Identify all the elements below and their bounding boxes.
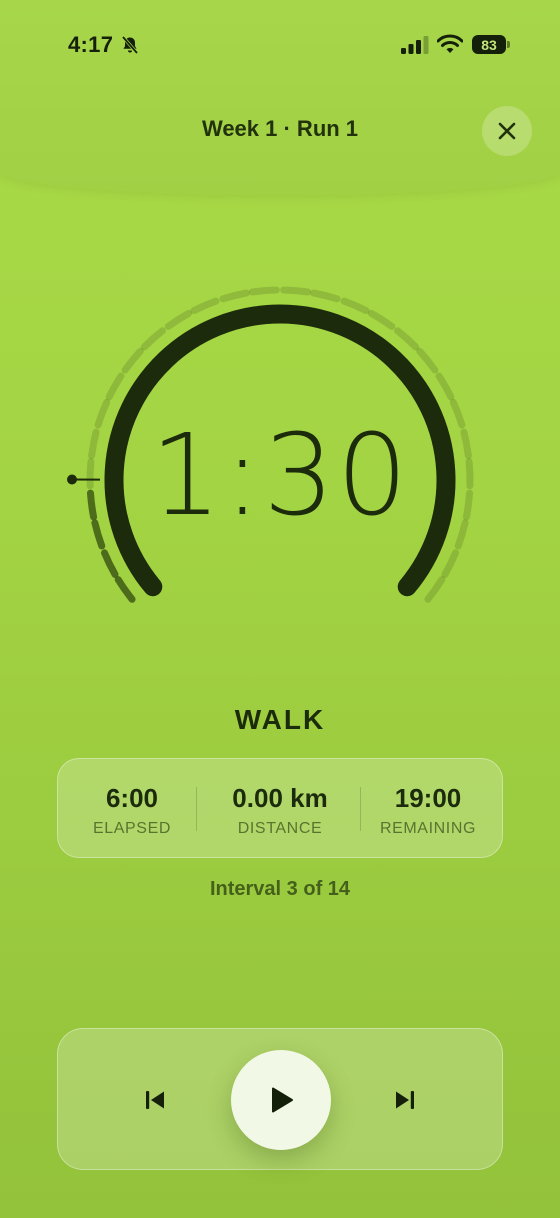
- countdown-timer: 1:30: [150, 411, 410, 541]
- interval-segment: [248, 286, 280, 296]
- signal-icon: [401, 36, 429, 54]
- playback-controls: [57, 1028, 503, 1170]
- battery-level: 83: [472, 35, 506, 54]
- interval-segment: [164, 309, 193, 330]
- interval-segment: [121, 347, 144, 374]
- interval-segment: [424, 576, 446, 603]
- stat-value: 6:00: [105, 783, 159, 813]
- close-button[interactable]: [482, 106, 532, 156]
- phase-label: WALK: [234, 704, 326, 735]
- interval-segment: [340, 297, 370, 315]
- status-time: 4:17: [68, 32, 114, 57]
- previous-interval-button[interactable]: [138, 1083, 172, 1117]
- stat-remaining: 19:00 REMAINING: [354, 759, 502, 857]
- interval-segment: [394, 327, 420, 351]
- page-title: Week 1 · Run 1: [201, 116, 359, 141]
- interval-segment: [416, 347, 439, 374]
- play-button[interactable]: [231, 1050, 331, 1150]
- interval-segment: [435, 372, 455, 401]
- stat-value: 19:00: [394, 783, 462, 813]
- interval-segment: [441, 549, 459, 578]
- stats-card: 6:00 ELAPSED 0.00 km DISTANCE 19:00 REMA…: [57, 758, 503, 858]
- skip-previous-icon: [146, 1091, 164, 1109]
- interval-segment: [367, 309, 396, 330]
- battery-icon: 83: [472, 35, 510, 54]
- interval-segment: [105, 372, 125, 401]
- close-icon: [498, 122, 516, 140]
- play-icon: [272, 1087, 293, 1113]
- stat-label: REMAINING: [379, 820, 477, 837]
- interval-segment: [219, 289, 250, 303]
- skip-next-icon: [396, 1091, 414, 1109]
- interval-segment: [310, 289, 341, 303]
- stat-value: 0.00 km: [232, 783, 328, 813]
- interval-segment: [101, 549, 119, 578]
- interval-segment: [280, 286, 312, 296]
- bell-slash-icon: [121, 35, 139, 55]
- interval-indicator: Interval 3 of 14: [209, 878, 351, 900]
- stat-label: ELAPSED: [92, 820, 171, 837]
- interval-segment: [190, 297, 220, 315]
- stat-distance: 0.00 km DISTANCE: [206, 759, 354, 857]
- divider: [196, 787, 197, 831]
- next-interval-button[interactable]: [388, 1083, 422, 1117]
- interval-segment: [140, 327, 166, 351]
- interval-segment: [114, 576, 136, 603]
- stat-elapsed: 6:00 ELAPSED: [58, 759, 206, 857]
- status-bar: 4:17 83: [0, 0, 560, 90]
- stat-label: DISTANCE: [237, 820, 323, 837]
- wifi-icon: [437, 34, 463, 53]
